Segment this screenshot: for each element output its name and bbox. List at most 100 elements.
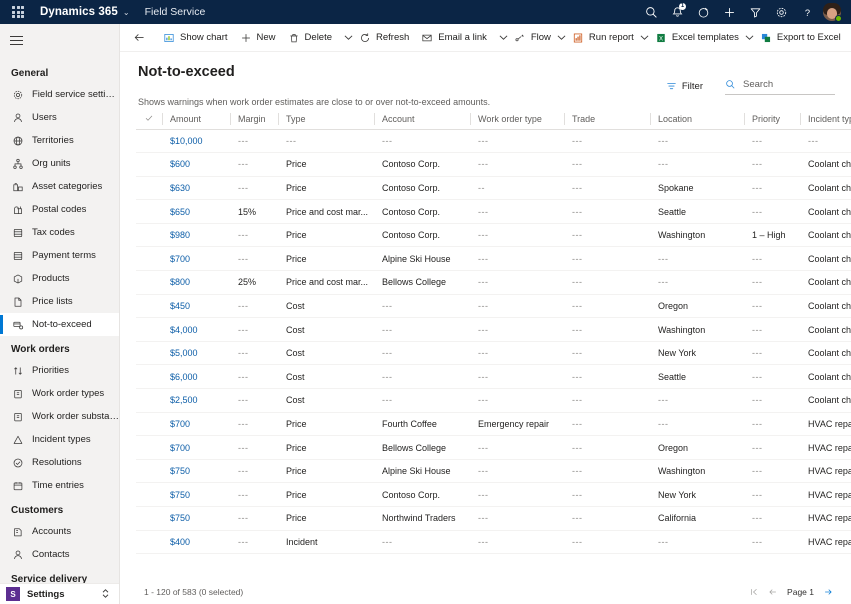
row-select-checkbox[interactable] bbox=[136, 223, 162, 248]
cell-amount[interactable]: $4,000 bbox=[162, 317, 230, 342]
table-row[interactable]: $4,000 --- Cost --- --- --- Washington --- Coola… bbox=[136, 317, 851, 342]
cell-amount[interactable]: $750 bbox=[162, 482, 230, 507]
row-select-checkbox[interactable] bbox=[136, 388, 162, 413]
select-all-header[interactable] bbox=[136, 109, 162, 130]
delete-button[interactable]: Delete bbox=[282, 27, 338, 49]
cell-amount[interactable]: $800 bbox=[162, 270, 230, 295]
app-launcher-icon[interactable] bbox=[10, 4, 26, 20]
cell-amount[interactable]: $750 bbox=[162, 459, 230, 484]
row-select-checkbox[interactable] bbox=[136, 530, 162, 555]
filter-icon[interactable] bbox=[742, 0, 768, 24]
cell-amount[interactable]: $750 bbox=[162, 506, 230, 531]
avatar[interactable] bbox=[823, 3, 842, 22]
cell-amount[interactable]: $650 bbox=[162, 199, 230, 224]
row-select-checkbox[interactable] bbox=[136, 176, 162, 201]
refresh-button[interactable]: Refresh bbox=[353, 27, 415, 49]
sidebar-item-territories[interactable]: Territories bbox=[0, 129, 119, 152]
search-box[interactable] bbox=[725, 78, 835, 95]
cell-amount[interactable]: $630 bbox=[162, 176, 230, 201]
row-select-checkbox[interactable] bbox=[136, 317, 162, 342]
show-chart-button[interactable]: Show chart bbox=[157, 27, 234, 49]
cell-amount[interactable]: $700 bbox=[162, 246, 230, 272]
cell-amount[interactable]: $700 bbox=[162, 412, 230, 437]
row-select-checkbox[interactable] bbox=[136, 152, 162, 177]
first-page-icon[interactable] bbox=[749, 587, 759, 597]
table-row[interactable]: $750 --- Price Northwind Traders --- --- Calif… bbox=[136, 506, 851, 531]
row-select-checkbox[interactable] bbox=[136, 506, 162, 531]
notification-bell-icon[interactable]: 1 bbox=[664, 0, 690, 24]
sidebar-item-incident-types[interactable]: Incident types bbox=[0, 428, 119, 451]
sidebar-item-not-to-exceed[interactable]: Not-to-exceed bbox=[0, 313, 119, 337]
chevron-up-down-icon[interactable] bbox=[101, 588, 110, 601]
sidebar-item-payment-terms[interactable]: Payment terms bbox=[0, 244, 119, 267]
table-row[interactable]: $650 15% Price and cost mar... Contoso Corp… bbox=[136, 199, 851, 224]
column-header-amount[interactable]: Amount bbox=[162, 109, 230, 130]
row-select-checkbox[interactable] bbox=[136, 129, 162, 154]
row-select-checkbox[interactable] bbox=[136, 199, 162, 224]
excel-templates-chevron-down-icon[interactable] bbox=[745, 27, 754, 49]
row-select-checkbox[interactable] bbox=[136, 459, 162, 484]
sidebar-item-resolutions[interactable]: Resolutions bbox=[0, 451, 119, 474]
cell-amount[interactable]: $6,000 bbox=[162, 364, 230, 390]
assistant-icon[interactable] bbox=[690, 0, 716, 24]
sidebar-item-users[interactable]: Users bbox=[0, 106, 119, 129]
table-row[interactable]: $800 25% Price and cost mar... Bellows Coll… bbox=[136, 270, 851, 295]
run-report-button[interactable]: Run report bbox=[566, 27, 640, 49]
previous-page-icon[interactable] bbox=[768, 587, 778, 597]
table-row[interactable]: $6,000 --- Cost --- --- --- Seattle --- Coolant … bbox=[136, 364, 851, 390]
email-chevron-down-icon[interactable] bbox=[499, 27, 508, 49]
row-select-checkbox[interactable] bbox=[136, 412, 162, 437]
sidebar-item-asset-categories[interactable]: Asset categories bbox=[0, 175, 119, 198]
table-row[interactable]: $750 --- Price Contoso Corp. --- --- New York -… bbox=[136, 482, 851, 507]
sidebar-item-field-service-settings[interactable]: Field service settings bbox=[0, 83, 119, 106]
flow-button[interactable]: Flow bbox=[508, 27, 557, 49]
cell-amount[interactable]: $450 bbox=[162, 294, 230, 319]
table-row[interactable]: $700 --- Price Bellows College --- --- Oregon -… bbox=[136, 435, 851, 460]
column-header-incident-type[interactable]: Incident type bbox=[800, 109, 851, 130]
table-row[interactable]: $600 --- Price Contoso Corp. --- --- --- --- Coo… bbox=[136, 152, 851, 177]
help-icon[interactable]: ? bbox=[794, 0, 820, 24]
next-page-icon[interactable] bbox=[823, 587, 833, 597]
table-row[interactable]: $750 --- Price Alpine Ski House --- --- Washin… bbox=[136, 459, 851, 484]
export-to-excel-button[interactable]: Export to Excel bbox=[754, 27, 847, 49]
table-row[interactable]: $5,000 --- Cost --- --- --- New York --- Coolant… bbox=[136, 341, 851, 366]
chevron-down-icon[interactable]: ⌄ bbox=[123, 8, 130, 17]
brand-title[interactable]: Dynamics 365 bbox=[40, 6, 118, 18]
cell-amount[interactable]: $10,000 bbox=[162, 129, 230, 154]
cell-amount[interactable]: $5,000 bbox=[162, 341, 230, 366]
sidebar-item-work-order-types[interactable]: Work order types bbox=[0, 382, 119, 405]
sidebar-item-postal-codes[interactable]: Postal codes bbox=[0, 198, 119, 221]
row-select-checkbox[interactable] bbox=[136, 364, 162, 390]
sidebar-item-time-entries[interactable]: Time entries bbox=[0, 474, 119, 497]
column-header-type[interactable]: Type bbox=[278, 109, 374, 130]
row-select-checkbox[interactable] bbox=[136, 294, 162, 319]
row-select-checkbox[interactable] bbox=[136, 341, 162, 366]
cell-amount[interactable]: $700 bbox=[162, 435, 230, 460]
sidebar-item-work-order-substatuses[interactable]: Work order substatu… bbox=[0, 405, 119, 428]
table-row[interactable]: $630 --- Price Contoso Corp. -- --- Spokane ---… bbox=[136, 176, 851, 201]
table-row[interactable]: $700 --- Price Alpine Ski House --- --- --- ---… bbox=[136, 246, 851, 272]
column-header-margin[interactable]: Margin bbox=[230, 109, 278, 130]
table-row[interactable]: $10,000 --- --- --- --- --- --- --- --- bbox=[136, 129, 851, 154]
row-select-checkbox[interactable] bbox=[136, 246, 162, 272]
sitemap-hamburger-icon[interactable] bbox=[0, 24, 119, 56]
search-input[interactable] bbox=[741, 78, 835, 91]
cell-amount[interactable]: $600 bbox=[162, 152, 230, 177]
back-button[interactable] bbox=[128, 27, 151, 49]
sidebar-item-products[interactable]: Products bbox=[0, 267, 119, 290]
table-row[interactable]: $450---Cost---------Oregon---Coolant cha… bbox=[136, 294, 851, 319]
column-header-work-order-type[interactable]: Work order type bbox=[470, 109, 564, 130]
quick-create-plus-icon[interactable] bbox=[716, 0, 742, 24]
flow-chevron-down-icon[interactable] bbox=[557, 27, 566, 49]
sidebar-item-priorities[interactable]: Priorities bbox=[0, 359, 119, 382]
sidebar-item-accounts[interactable]: Accounts bbox=[0, 520, 119, 543]
filter-button[interactable]: Filter bbox=[660, 78, 709, 95]
sidebar-item-price-lists[interactable]: Price lists bbox=[0, 290, 119, 313]
search-icon[interactable] bbox=[638, 0, 664, 24]
row-select-checkbox[interactable] bbox=[136, 435, 162, 460]
run-report-chevron-down-icon[interactable] bbox=[640, 27, 649, 49]
column-header-trade[interactable]: Trade bbox=[564, 109, 650, 130]
column-header-account[interactable]: Account bbox=[374, 109, 470, 130]
excel-templates-button[interactable]: X Excel templates bbox=[649, 27, 745, 49]
sidebar-item-org-units[interactable]: Org units bbox=[0, 152, 119, 175]
